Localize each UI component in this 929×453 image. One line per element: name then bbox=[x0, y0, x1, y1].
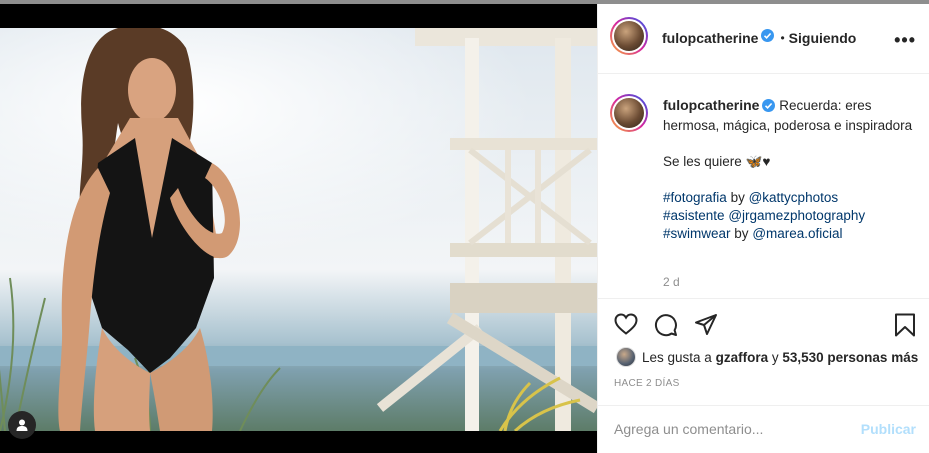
hashtag-link[interactable]: #swimwear bbox=[663, 226, 731, 241]
more-options-button[interactable]: ••• bbox=[894, 30, 916, 51]
lifeguard-tower bbox=[376, 28, 597, 431]
caption-username[interactable]: fulopcatherine bbox=[663, 97, 759, 113]
mention-link[interactable]: @marea.oficial bbox=[752, 226, 842, 241]
likes-summary: Les gusta a gzaffora y 53,530 personas m… bbox=[616, 347, 918, 367]
post-timestamp[interactable]: HACE 2 DÍAS bbox=[614, 378, 680, 389]
following-button[interactable]: Siguiendo bbox=[789, 30, 857, 46]
caption-line-2: Se les quiere 🦋♥ bbox=[663, 154, 771, 169]
like-button[interactable] bbox=[614, 313, 638, 340]
save-button[interactable] bbox=[894, 313, 916, 342]
instagram-post-view: fulopcatherine • Siguiendo ••• fulopcath… bbox=[0, 0, 929, 453]
author-avatar[interactable] bbox=[610, 17, 648, 55]
liker-username[interactable]: gzaffora bbox=[716, 350, 769, 365]
header-separator: • bbox=[780, 31, 785, 45]
mention-link[interactable]: @kattycphotos bbox=[749, 190, 839, 205]
caption-author-avatar[interactable] bbox=[610, 94, 648, 132]
credit-by: by bbox=[734, 226, 749, 241]
author-username[interactable]: fulopcatherine bbox=[662, 30, 758, 46]
heart-icon bbox=[614, 313, 638, 335]
post-header: fulopcatherine • Siguiendo ••• bbox=[598, 4, 929, 74]
comment-box: Agrega un comentario... Publicar bbox=[598, 405, 929, 453]
user-tag-icon bbox=[16, 419, 28, 431]
post-media[interactable] bbox=[0, 4, 597, 453]
hashtag-link[interactable]: #fotografia bbox=[663, 190, 727, 205]
credit-line: #swimwear by @marea.oficial bbox=[663, 225, 918, 243]
likes-count[interactable]: 53,530 personas más bbox=[782, 350, 918, 365]
likes-prefix: Les gusta a bbox=[642, 349, 712, 365]
post-sidebar: fulopcatherine • Siguiendo ••• fulopcath… bbox=[597, 4, 929, 453]
hashtag-link[interactable]: #asistente bbox=[663, 208, 725, 223]
share-button[interactable] bbox=[694, 313, 718, 342]
model-figure bbox=[58, 28, 240, 431]
likes-connector: y bbox=[771, 349, 779, 365]
caption-credits: #fotografia by @kattycphotos #asistente … bbox=[663, 189, 918, 243]
comment-button[interactable] bbox=[654, 313, 678, 342]
liker-avatar[interactable] bbox=[616, 347, 636, 367]
paper-plane-icon bbox=[695, 314, 717, 335]
post-caption: fulopcatherine Recuerda: eres hermosa, m… bbox=[598, 74, 929, 298]
post-photo bbox=[0, 28, 597, 431]
verified-badge-icon bbox=[762, 99, 776, 117]
mention-link[interactable]: @jrgamezphotography bbox=[728, 208, 865, 223]
caption-age: 2 d bbox=[663, 275, 680, 289]
credit-line: #fotografia by @kattycphotos bbox=[663, 189, 918, 207]
comment-bubble-icon bbox=[655, 314, 677, 337]
credit-line: #asistente @jrgamezphotography bbox=[663, 207, 918, 225]
user-tag-button[interactable] bbox=[8, 411, 36, 439]
comment-input[interactable]: Agrega un comentario... bbox=[614, 421, 763, 437]
publish-button[interactable]: Publicar bbox=[861, 421, 916, 437]
photo-scene bbox=[0, 28, 597, 431]
bookmark-icon bbox=[895, 313, 915, 337]
verified-badge-icon bbox=[761, 29, 775, 47]
caption-text: fulopcatherine Recuerda: eres hermosa, m… bbox=[663, 96, 918, 243]
credit-by: by bbox=[730, 190, 745, 205]
